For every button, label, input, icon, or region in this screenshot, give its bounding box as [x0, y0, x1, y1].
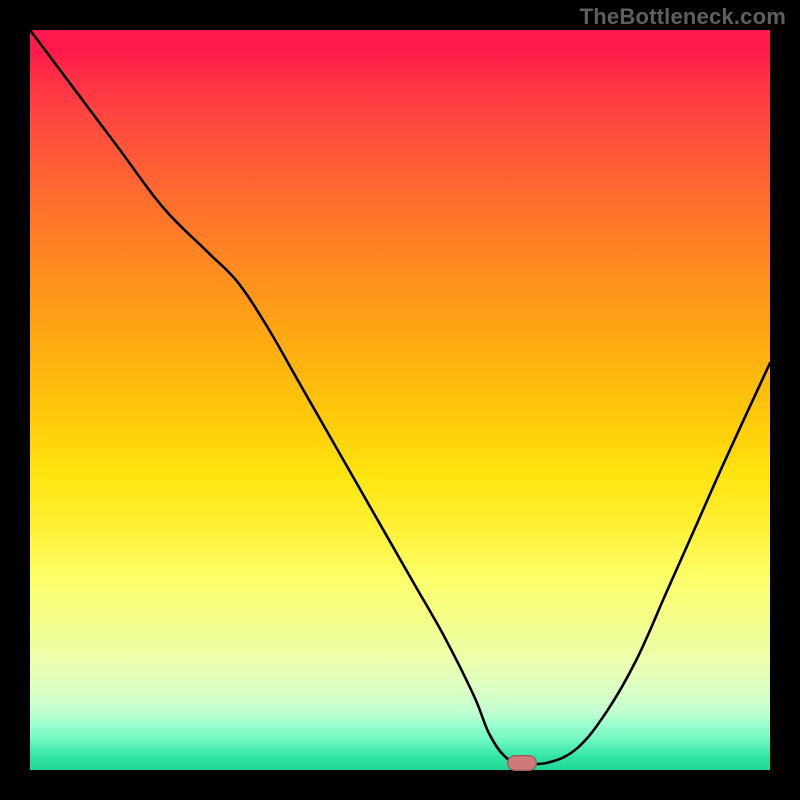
optimal-point-marker: [507, 755, 537, 771]
watermark-text: TheBottleneck.com: [580, 4, 786, 30]
chart-frame: TheBottleneck.com: [0, 0, 800, 800]
bottleneck-curve: [30, 30, 770, 770]
plot-border: [30, 30, 770, 770]
plot-area: [30, 30, 770, 770]
